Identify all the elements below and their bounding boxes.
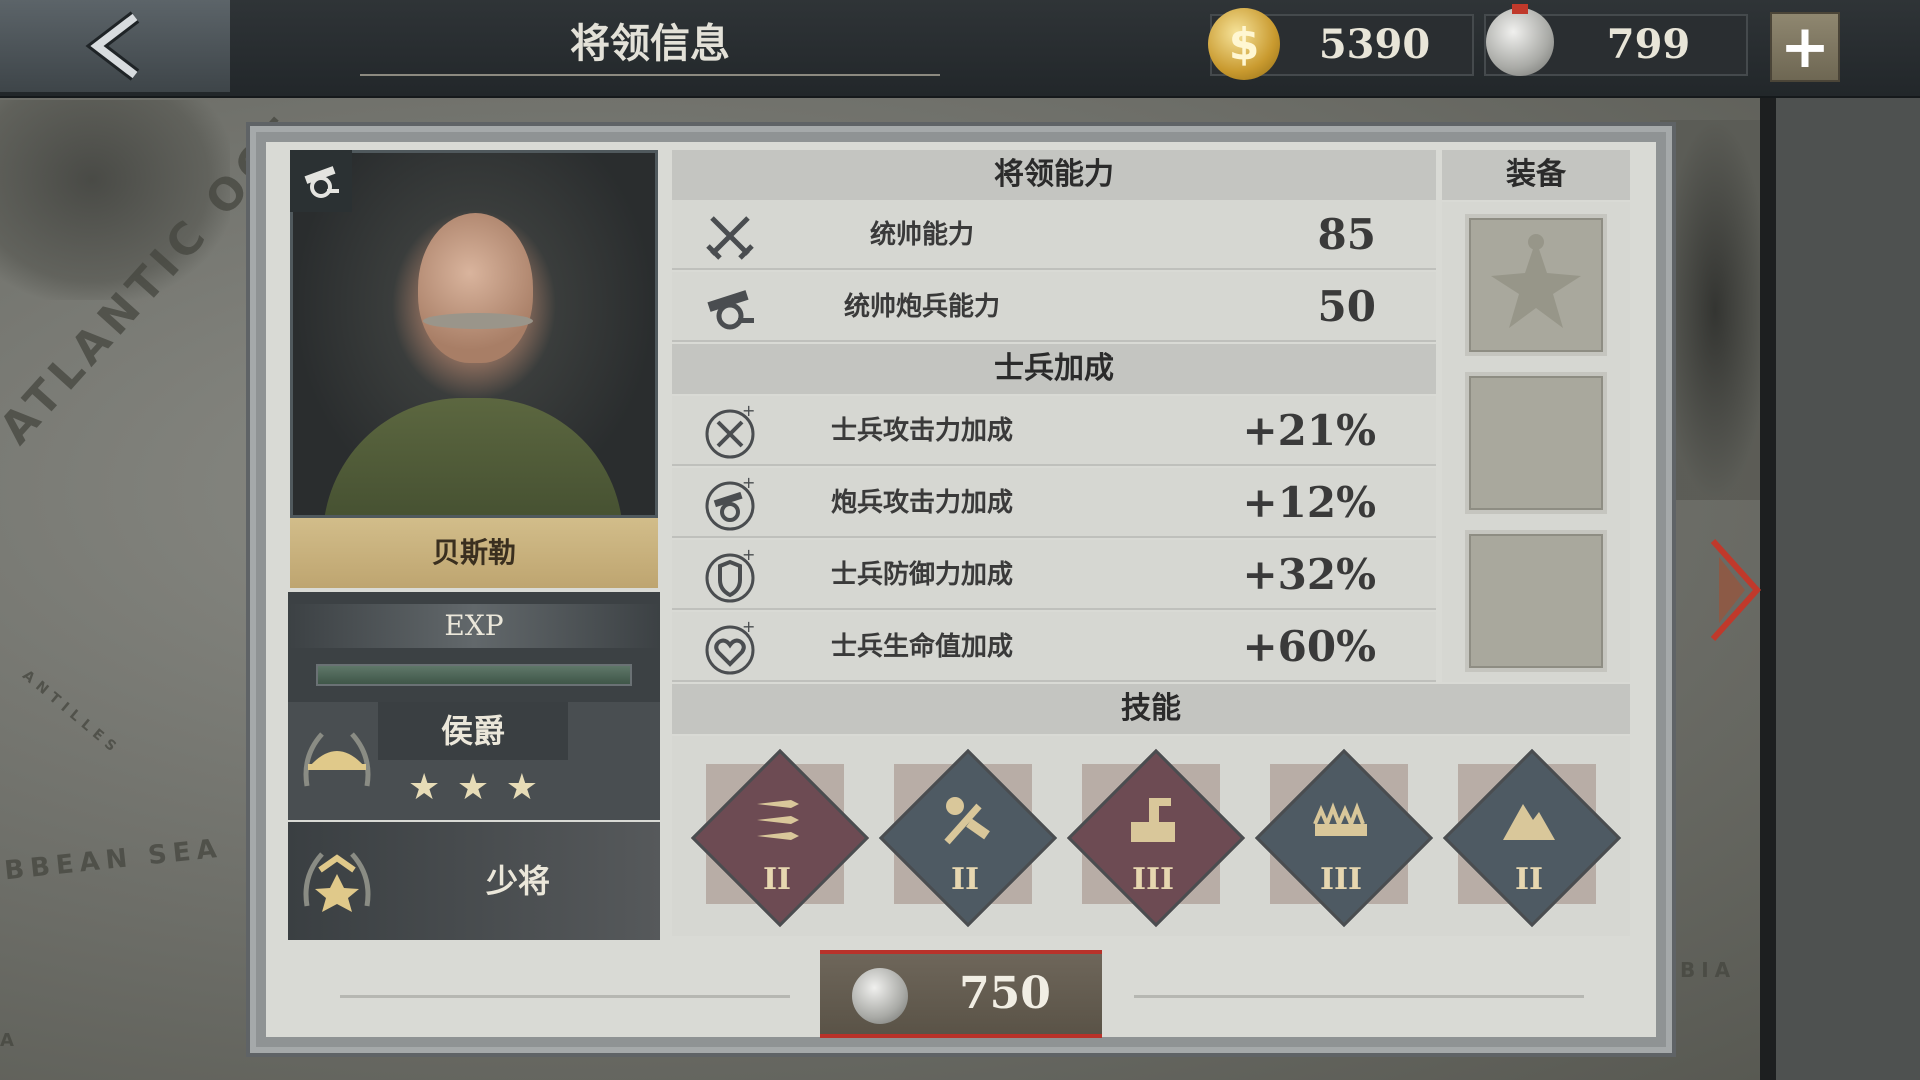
svg-text:+: + [742, 404, 755, 420]
rockets-icon [757, 800, 799, 840]
bonus-value: +21% [1242, 406, 1376, 455]
top-bar: 将领信息 5390 $ 799 + [0, 0, 1920, 98]
bonus-value: +32% [1242, 550, 1376, 599]
ability-value: 50 [1317, 282, 1376, 331]
ability-label: 统帅能力 [869, 220, 974, 250]
map-label-bia: BIA [1680, 958, 1737, 982]
svg-text:+: + [742, 620, 755, 636]
cannon-icon [707, 290, 754, 330]
exp-progress-fill [318, 666, 630, 684]
svg-text:+: + [742, 548, 755, 564]
exp-label: EXP [288, 604, 660, 648]
artillery-bonus-icon: + [705, 476, 755, 531]
gold-coin-icon: $ [1208, 8, 1280, 80]
decorative-line-left [340, 995, 790, 998]
bonus-value: +60% [1242, 622, 1376, 671]
skill-level: II [762, 862, 792, 897]
ability-row: 统帅炮兵能力 50 [672, 272, 1436, 342]
shield-bonus-icon: + [705, 548, 755, 603]
back-arrow-icon [85, 11, 140, 81]
nobility-section: 侯爵 ★ ★ ★ [288, 702, 660, 820]
cavalry-artwork [1660, 120, 1770, 500]
add-currency-button[interactable]: + [1770, 12, 1840, 82]
bonus-label: 炮兵攻击力加成 [830, 488, 1013, 518]
next-general-arrow-icon[interactable] [1705, 535, 1765, 645]
skill-level: III [1131, 862, 1175, 897]
rank-insignia-icon [303, 852, 371, 912]
medal-coin-icon [1486, 4, 1554, 76]
skill-5[interactable]: II [1442, 748, 1622, 928]
barbed-wire-icon [1313, 802, 1367, 836]
promote-cost-button[interactable]: 750 [820, 950, 1102, 1038]
heart-bonus-icon: + [705, 620, 755, 675]
fortress-icon [1131, 798, 1175, 842]
skill-3[interactable]: III [1066, 748, 1246, 928]
ability-label: 统帅炮兵能力 [843, 292, 1000, 322]
ability-row: 统帅能力 85 [672, 200, 1436, 270]
bonus-row: + 士兵防御力加成 +32% [672, 540, 1436, 610]
star-icon: ★ [456, 767, 490, 808]
nobility-hat-icon [303, 732, 371, 787]
ability-value: 85 [1317, 210, 1376, 259]
back-button[interactable] [0, 0, 230, 92]
bonus-row: + 炮兵攻击力加成 +12% [672, 468, 1436, 538]
artillery-class-icon [290, 150, 352, 212]
right-edge-strip [1760, 96, 1920, 1080]
skill-1[interactable]: II [690, 748, 870, 928]
exp-section: EXP [288, 592, 660, 702]
ability-header: 将领能力 [672, 150, 1436, 200]
hammer-wrench-icon [944, 797, 990, 845]
svg-text:+: + [742, 476, 755, 492]
medal-value: 799 [1606, 21, 1691, 68]
military-rank: 少将 [485, 862, 550, 900]
soldier-bonus-header: 士兵加成 [672, 344, 1436, 394]
bonus-value: +12% [1242, 478, 1376, 527]
general-name: 贝斯勒 [290, 518, 658, 588]
crossed-swords-icon [706, 216, 754, 260]
star-icon: ★ [408, 767, 441, 808]
star-icon: ★ [505, 767, 538, 808]
equipment-slot-1[interactable] [1465, 214, 1607, 356]
equipment-slot-2[interactable] [1465, 372, 1607, 514]
map-label-a: A [0, 1030, 20, 1051]
equipment-slot-3[interactable] [1465, 530, 1607, 672]
attack-bonus-icon: + [705, 404, 755, 459]
skills-header: 技能 [672, 684, 1630, 734]
bonus-label: 士兵防御力加成 [830, 560, 1013, 590]
mountain-icon [1503, 804, 1555, 840]
bonus-row: + 士兵生命值加成 +60% [672, 612, 1436, 682]
order-medal-icon [1491, 234, 1581, 328]
bonus-label: 士兵攻击力加成 [830, 416, 1013, 446]
screen-title: 将领信息 [360, 14, 940, 76]
promote-cost-value: 750 [959, 968, 1051, 1019]
equipment-header: 装备 [1442, 150, 1630, 200]
skills-area: II II III III II [672, 736, 1630, 936]
star-rating: ★ ★ ★ [408, 768, 538, 808]
skill-level: III [1319, 862, 1363, 897]
medal-coin-icon [852, 968, 908, 1024]
exp-progress-bar [316, 664, 632, 686]
military-rank-section: 少将 [288, 822, 660, 940]
bonus-label: 士兵生命值加成 [830, 632, 1013, 662]
nobility-title: 侯爵 [440, 712, 505, 750]
gold-value: 5390 [1318, 21, 1431, 68]
skill-level: II [1514, 862, 1544, 897]
skill-4[interactable]: III [1254, 748, 1434, 928]
decorative-line-right [1134, 995, 1584, 998]
skill-level: II [950, 862, 980, 897]
skill-2[interactable]: II [878, 748, 1058, 928]
bonus-row: + 士兵攻击力加成 +21% [672, 396, 1436, 466]
equipment-column [1442, 202, 1630, 682]
